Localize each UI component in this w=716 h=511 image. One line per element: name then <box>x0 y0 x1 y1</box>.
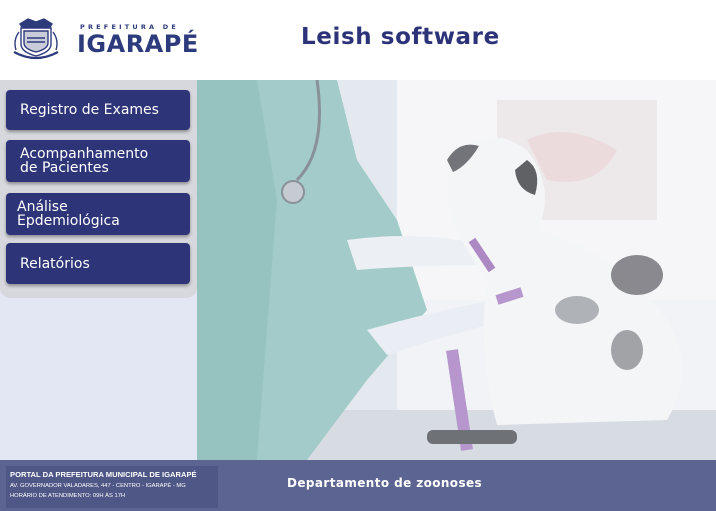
vet-dog-hero-image <box>197 80 716 460</box>
main-area: Registro de Exames Acompanhamento de Pac… <box>0 80 716 460</box>
department-name: Departamento de zoonoses <box>287 476 483 490</box>
relatorios-button[interactable]: Relatórios <box>6 243 190 284</box>
registro-exames-button[interactable]: Registro de Exames <box>6 90 190 130</box>
portal-address: AV. GOVERNADOR VALADARES, 447 - CENTRO -… <box>10 483 186 489</box>
registro-exames-label: Registro de Exames <box>20 102 159 118</box>
analise-epidemiologica-label: Análise Epdemiológica <box>17 199 120 229</box>
portal-info-box[interactable]: PORTAL DA PREFEITURA MUNICIPAL DE IGARAP… <box>6 466 218 508</box>
acompanhamento-pacientes-label: Acompanhamento de Pacientes <box>20 146 149 176</box>
portal-title: PORTAL DA PREFEITURA MUNICIPAL DE IGARAP… <box>10 470 197 479</box>
analise-epidemiologica-button[interactable]: Análise Epdemiológica <box>6 193 190 235</box>
portal-hours: HORÁRIO DE ATENDIMENTO: 09H ÀS 17H <box>10 493 126 499</box>
prefeitura-logo[interactable]: PREFEITURA DE IGARAPÉ <box>10 16 198 64</box>
top-header: PREFEITURA DE IGARAPÉ Leish software <box>0 0 716 80</box>
page-footer: PORTAL DA PREFEITURA MUNICIPAL DE IGARAP… <box>0 460 716 511</box>
city-crest-icon <box>13 18 59 60</box>
app-title: Leish software <box>301 24 500 50</box>
sidebar-menu: Registro de Exames Acompanhamento de Pac… <box>0 80 197 298</box>
relatorios-label: Relatórios <box>20 255 90 272</box>
logo-city-name: IGARAPÉ <box>77 30 199 58</box>
acompanhamento-pacientes-button[interactable]: Acompanhamento de Pacientes <box>6 140 190 182</box>
